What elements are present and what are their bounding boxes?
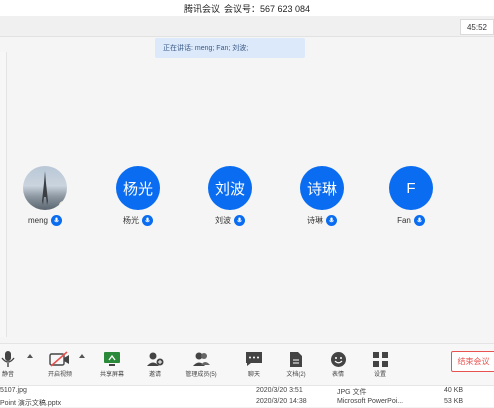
participant-name: 刘波: [215, 216, 231, 225]
mic-icon: [326, 215, 337, 226]
settings-button[interactable]: 设置: [360, 349, 400, 378]
participant-name: meng: [27, 216, 48, 225]
manage-members-label: 管理成员(5): [185, 372, 217, 378]
invite-label: 邀请: [148, 372, 161, 378]
avatar: F: [389, 166, 433, 210]
invite-button[interactable]: 邀请: [135, 349, 175, 378]
documents-button[interactable]: 文档(2): [276, 349, 316, 378]
share-screen-button[interactable]: 共享屏幕: [92, 349, 132, 378]
host-badge-icon: [59, 201, 67, 210]
side-panel-edge: [0, 52, 7, 337]
emoji-label: 表情: [331, 372, 344, 378]
end-meeting-button[interactable]: 结束会议: [451, 351, 494, 372]
participant-tile-shilin[interactable]: 诗琳 诗琳: [287, 166, 357, 226]
participant-tile-fan[interactable]: F Fan: [376, 166, 446, 226]
avatar: 杨光: [116, 166, 160, 210]
emoji-button[interactable]: 表情: [318, 349, 358, 378]
document-icon: [276, 349, 316, 369]
mute-button[interactable]: 静音: [0, 349, 28, 378]
start-video-label: 开启视频: [47, 372, 72, 378]
participant-tile-yangguang[interactable]: 杨光 杨光: [103, 166, 173, 226]
file-type: JPG 文件: [337, 389, 367, 396]
speaking-banner: 正在讲话: meng; Fan; 刘波;: [155, 38, 305, 58]
mic-icon: [51, 215, 62, 226]
top-strip: [0, 16, 494, 37]
smiley-icon: [318, 349, 358, 369]
audio-options-caret-icon[interactable]: [27, 354, 33, 358]
participant-tile-meng[interactable]: meng: [10, 166, 80, 226]
eiffel-tower-photo-icon: [42, 171, 48, 205]
start-video-button[interactable]: 开启视频: [40, 349, 80, 378]
settings-label: 设置: [373, 372, 386, 378]
file-type: Microsoft PowerPoi...: [337, 398, 404, 405]
file-date: 2020/3/20 14:38: [256, 398, 307, 405]
mic-icon: [234, 215, 245, 226]
add-user-icon: [135, 349, 175, 369]
mute-label: 静音: [1, 372, 14, 378]
members-icon: [181, 349, 221, 369]
video-off-icon: [40, 349, 80, 369]
file-date: 2020/3/20 3:51: [256, 387, 303, 394]
app-name: 腾讯会议: [183, 3, 220, 14]
avatar: 刘波: [208, 166, 252, 210]
window-title-bar: 腾讯会议 会议号：567 623 084: [0, 0, 494, 16]
chat-label: 聊天: [247, 372, 260, 378]
avatar: [23, 166, 67, 210]
grid-settings-icon: [360, 349, 400, 369]
mic-icon: [413, 215, 425, 226]
microphone-icon: [0, 349, 28, 369]
participant-tile-liubo[interactable]: 刘波 刘波: [195, 166, 265, 226]
file-size: 53 KB: [444, 398, 464, 405]
file-name: Point 演示文稿.pptx: [0, 400, 62, 407]
manage-members-button[interactable]: 管理成员(5): [181, 349, 221, 378]
documents-label: 文档(2): [286, 372, 306, 378]
meeting-toolbar: 静音 开启视频 共享屏幕 邀请 管理成员(5) 聊天 文档(2) 表情 设置: [0, 343, 494, 386]
list-item[interactable]: 5107.jpg 2020/3/20 3:51 JPG 文件 40 KB: [0, 387, 494, 396]
meeting-timer: 45:52: [460, 19, 494, 35]
participant-name: 杨光: [123, 216, 139, 225]
share-screen-label: 共享屏幕: [99, 372, 124, 378]
share-screen-icon: [92, 349, 132, 369]
avatar: 诗琳: [300, 166, 344, 210]
meeting-id: 会议号：567 623 084: [223, 3, 311, 14]
chat-icon: [234, 349, 274, 369]
file-list: 5107.jpg 2020/3/20 3:51 JPG 文件 40 KB Poi…: [0, 385, 494, 407]
file-size: 40 KB: [444, 387, 464, 394]
mic-icon: [142, 215, 153, 226]
participant-name: Fan: [397, 216, 411, 225]
chat-button[interactable]: 聊天: [234, 349, 274, 378]
video-options-caret-icon[interactable]: [79, 354, 85, 358]
participant-name: 诗琳: [307, 216, 323, 225]
file-name: 5107.jpg: [0, 387, 27, 394]
